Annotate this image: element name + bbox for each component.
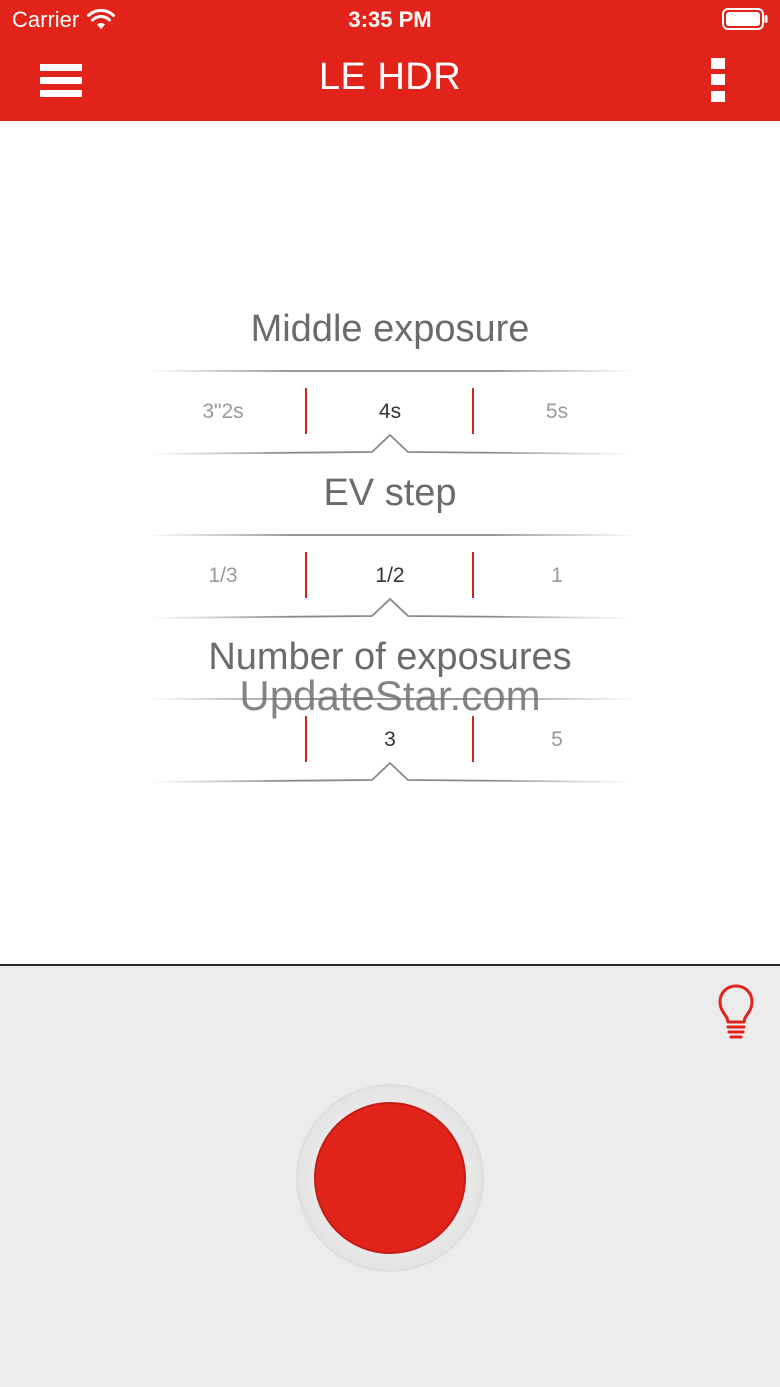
picker-option[interactable]: 1/3 — [153, 564, 293, 588]
vertical-more-icon-dot — [711, 91, 725, 102]
selection-marker-left — [305, 388, 307, 434]
picker-option-selected[interactable]: 4s — [320, 400, 460, 424]
picker-pointer — [150, 433, 630, 455]
nav-bar: LE HDR — [0, 40, 780, 121]
ev-step-title: EV step — [323, 472, 457, 514]
picker-pointer — [150, 761, 630, 783]
header: Carrier 3:35 PM LE HDR — [0, 0, 780, 121]
selection-marker-right — [472, 388, 474, 434]
battery-icon — [722, 8, 768, 30]
shutter-button[interactable] — [296, 1084, 484, 1272]
page-title: LE HDR — [318, 56, 462, 98]
lightbulb-icon[interactable] — [718, 984, 754, 1040]
picker-option[interactable]: 5 — [487, 728, 627, 752]
picker-option[interactable]: 1 — [487, 564, 627, 588]
selection-marker-right — [472, 716, 474, 762]
status-time: 3:35 PM — [348, 7, 432, 32]
status-bar: Carrier 3:35 PM — [0, 0, 780, 40]
middle-exposure-title: Middle exposure — [250, 308, 530, 350]
selection-marker-right — [472, 552, 474, 598]
selection-marker-left — [305, 716, 307, 762]
vertical-more-icon — [711, 58, 725, 69]
more-options-button[interactable] — [711, 58, 725, 102]
picker-option-selected[interactable]: 3 — [320, 728, 460, 752]
picker-pointer — [150, 597, 630, 619]
picker-option[interactable]: 5s — [487, 400, 627, 424]
bottom-panel — [0, 964, 780, 1387]
record-button — [314, 1102, 466, 1254]
picker-option[interactable]: 3"2s — [153, 400, 293, 424]
selection-marker-left — [305, 552, 307, 598]
watermark: UpdateStar.com — [239, 672, 541, 719]
vertical-more-icon-dot — [711, 74, 725, 85]
picker-option-selected[interactable]: 1/2 — [320, 564, 460, 588]
